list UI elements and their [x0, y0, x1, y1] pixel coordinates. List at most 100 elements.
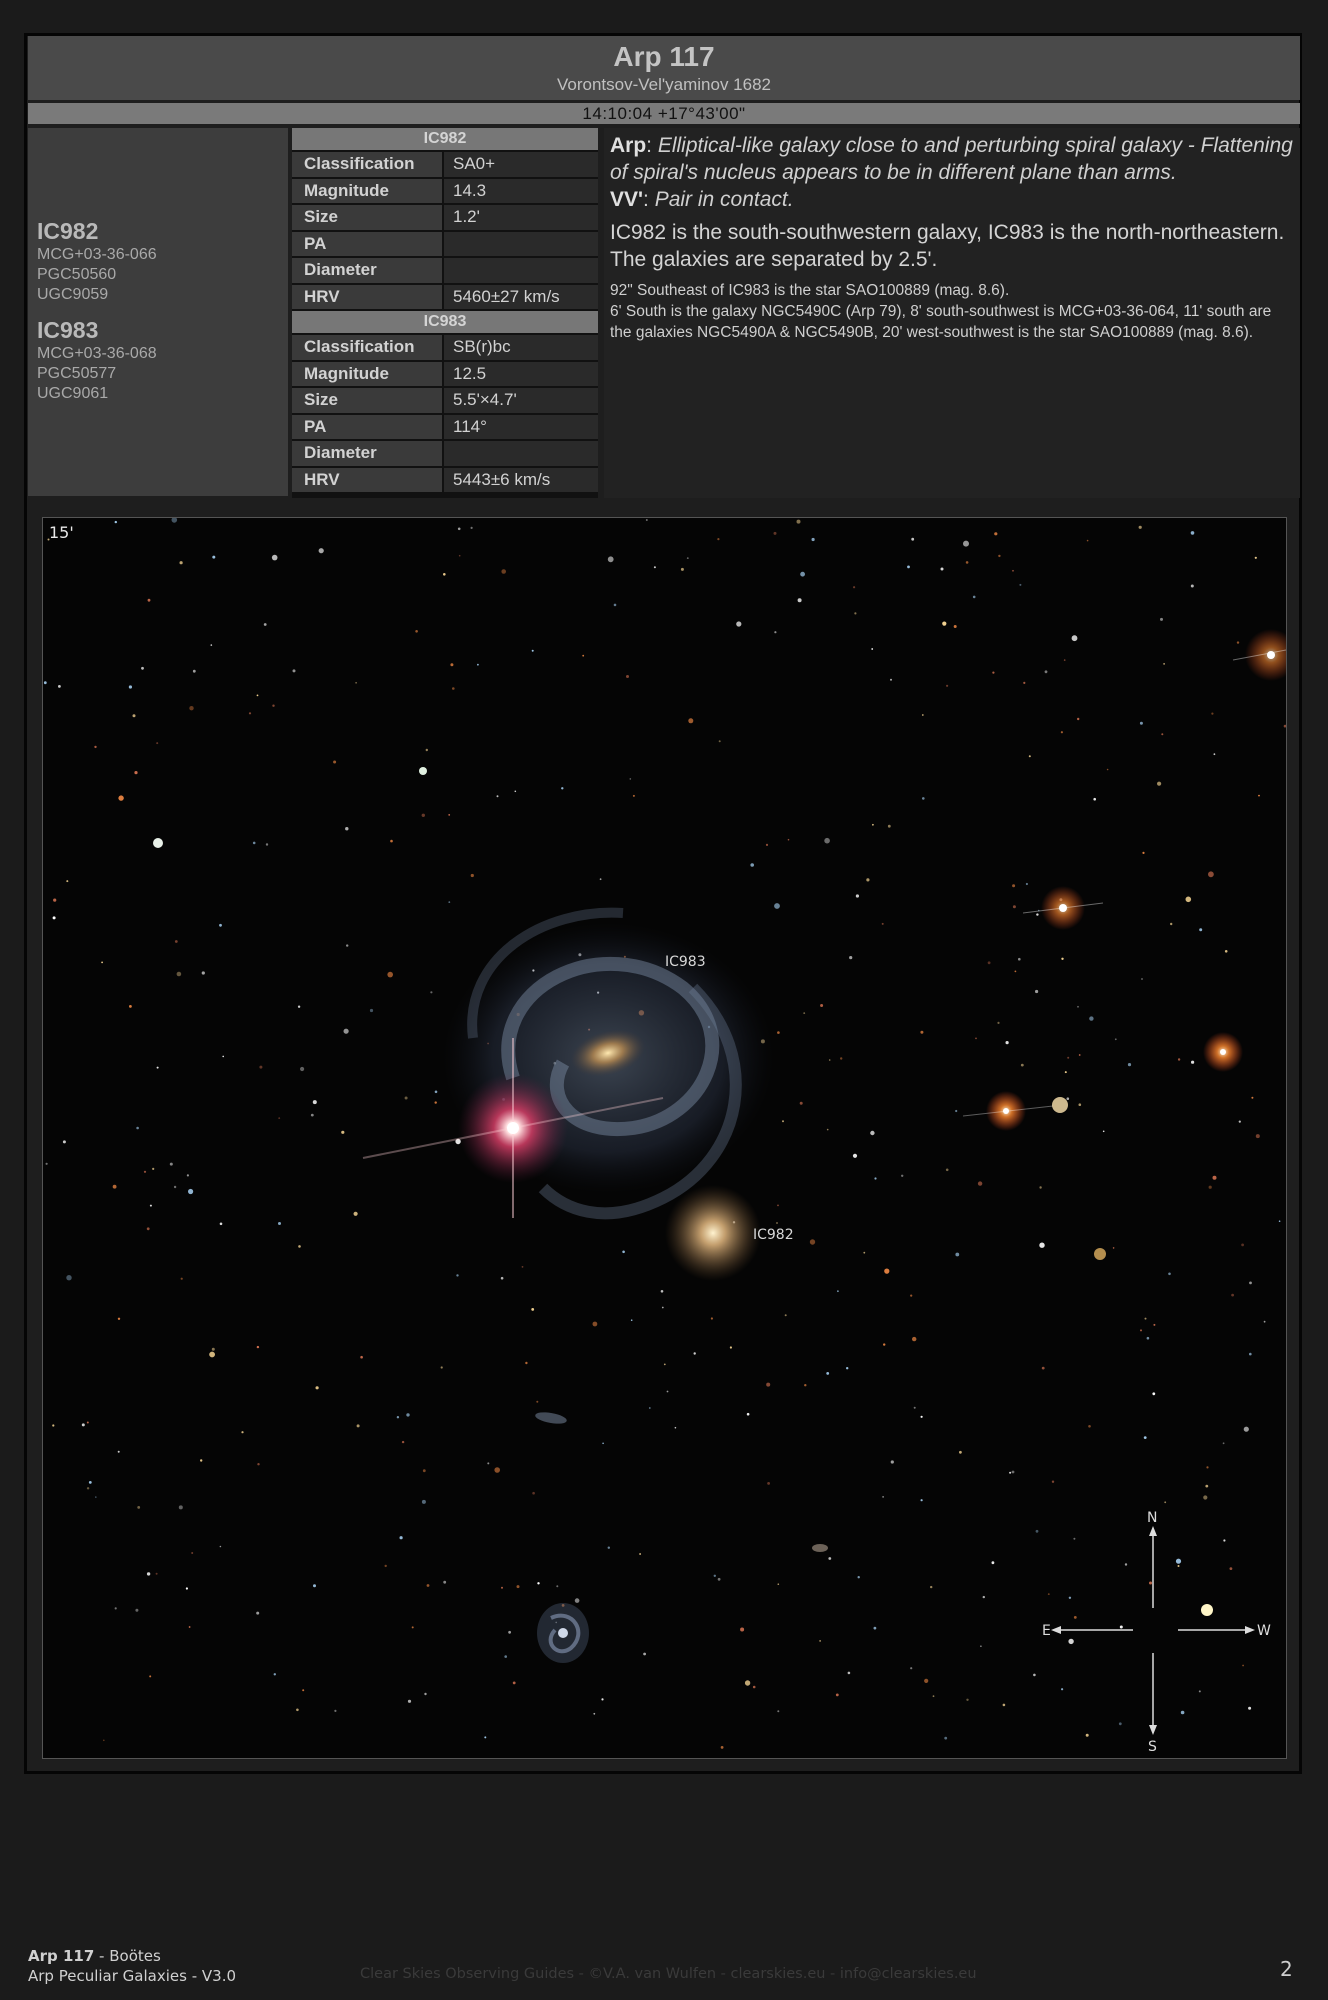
background-star	[632, 794, 635, 797]
background-star	[292, 669, 296, 673]
background-star	[837, 1290, 839, 1293]
background-star	[803, 1012, 806, 1014]
background-star	[516, 1585, 520, 1589]
background-star	[302, 1689, 305, 1692]
background-star	[920, 1030, 924, 1034]
background-star	[1146, 1336, 1150, 1340]
background-star	[998, 554, 1001, 558]
background-star	[426, 1584, 430, 1587]
background-star	[450, 663, 454, 667]
background-star	[241, 1431, 244, 1434]
background-star	[532, 1491, 535, 1495]
background-star	[1161, 733, 1164, 736]
background-star	[784, 1314, 787, 1317]
background-star	[1153, 1323, 1156, 1326]
background-star	[630, 1319, 633, 1321]
footer-left: Arp 117 - Boötes Arp Peculiar Galaxies -…	[28, 1946, 236, 1986]
background-star	[1168, 1272, 1171, 1276]
background-star	[456, 1274, 459, 1277]
vv-description: VV': Pair in contact.	[610, 188, 794, 211]
background-star	[189, 706, 194, 711]
background-star	[487, 1462, 490, 1465]
background-star	[920, 1415, 923, 1418]
background-star	[835, 1693, 839, 1697]
background-star	[717, 1577, 721, 1581]
background-star	[271, 554, 278, 561]
background-star	[736, 621, 742, 627]
background-star	[185, 1587, 188, 1590]
background-star	[913, 1406, 916, 1409]
background-star	[114, 1607, 117, 1610]
background-star	[872, 823, 874, 826]
background-star	[870, 1130, 875, 1136]
background-star	[137, 1506, 141, 1509]
background-star	[871, 648, 874, 650]
background-star	[156, 1066, 159, 1069]
background-star	[593, 1712, 596, 1715]
background-star	[149, 1675, 152, 1678]
background-star	[1112, 1247, 1115, 1249]
background-star	[537, 1582, 540, 1585]
background-star	[1118, 1722, 1122, 1726]
background-star	[987, 961, 991, 965]
background-star	[592, 1321, 598, 1327]
background-star	[773, 531, 777, 535]
background-star	[1020, 1063, 1024, 1067]
row-value	[444, 258, 598, 283]
galaxy-small	[812, 1544, 828, 1552]
background-star	[910, 1294, 913, 1297]
background-star	[1023, 681, 1026, 684]
designation: PGC50577	[37, 365, 117, 382]
background-star	[188, 1626, 191, 1628]
background-star	[688, 718, 694, 724]
background-star	[103, 1739, 105, 1742]
background-star	[66, 880, 69, 883]
background-star	[556, 1585, 559, 1588]
background-star	[1142, 851, 1145, 854]
background-star	[582, 654, 585, 657]
background-star	[1149, 1581, 1152, 1585]
background-star	[525, 1361, 528, 1365]
background-star	[622, 1250, 625, 1254]
background-star	[1060, 731, 1063, 734]
background-star	[1086, 539, 1089, 542]
background-star	[45, 1162, 48, 1165]
background-star	[626, 675, 629, 678]
background-star	[443, 573, 446, 576]
background-star	[777, 1583, 780, 1585]
background-star	[256, 1345, 260, 1349]
background-star	[840, 1057, 843, 1060]
background-star	[201, 971, 205, 975]
arp-label: Arp	[610, 134, 647, 157]
background-star	[853, 586, 856, 589]
background-star	[494, 1467, 501, 1473]
background-star	[660, 1290, 664, 1293]
background-star	[663, 1363, 666, 1366]
row-key: PA	[292, 231, 442, 256]
background-star	[1255, 1134, 1260, 1139]
footer-object: Arp 117	[28, 1947, 95, 1965]
background-star	[874, 1177, 877, 1180]
background-star	[536, 1400, 539, 1403]
background-star	[1140, 1329, 1142, 1332]
background-star	[826, 1372, 830, 1375]
table-row: PA 114°	[292, 414, 598, 439]
background-star	[415, 630, 418, 633]
table-row: Magnitude 12.5	[292, 361, 598, 386]
background-star	[920, 1499, 923, 1502]
background-star	[424, 1692, 427, 1696]
header: Arp 117 Vorontsov-Vel'yaminov 1682	[28, 36, 1300, 100]
background-star	[887, 824, 891, 828]
background-star	[607, 1546, 610, 1549]
background-star	[500, 1276, 504, 1280]
background-star	[1035, 1529, 1039, 1533]
table-row: HRV 5443±6 km/s	[292, 467, 598, 492]
background-star	[434, 1090, 438, 1094]
compass-west: W	[1257, 1623, 1271, 1639]
background-star	[298, 1245, 301, 1248]
background-star	[940, 567, 944, 571]
row-key: Classification	[292, 335, 442, 360]
row-value: SA0+	[444, 152, 598, 177]
background-star	[1243, 1426, 1249, 1432]
background-star	[353, 1211, 358, 1216]
